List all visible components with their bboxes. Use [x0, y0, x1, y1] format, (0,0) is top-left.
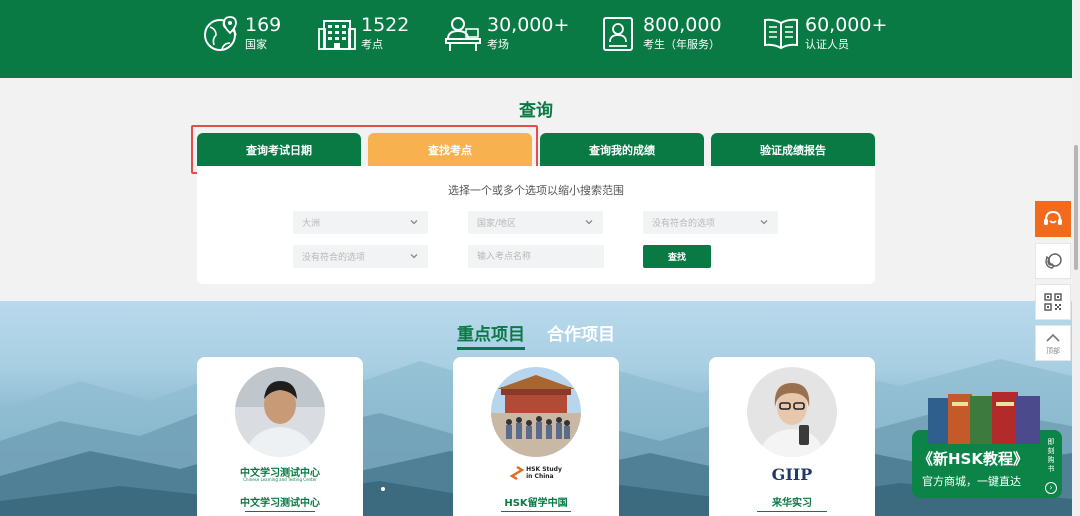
test-center-name-input[interactable] — [468, 245, 604, 268]
carousel-dot[interactable] — [381, 487, 385, 491]
exam-room-icon — [445, 16, 481, 51]
query-tabs: 查询考试日期 查找考点 查询我的成绩 验证成绩报告 — [197, 133, 875, 167]
stat-label: 国家 — [245, 38, 267, 51]
chevron-down-icon — [410, 220, 418, 225]
back-to-top-label: 顶部 — [1046, 347, 1060, 355]
select-value: 大洲 — [302, 219, 321, 229]
scrollbar[interactable] — [1072, 0, 1080, 516]
project-logo: GIIP — [771, 465, 813, 484]
tab-my-scores[interactable]: 查询我的成绩 — [540, 133, 704, 166]
phone-icon — [1045, 253, 1062, 269]
project-name: 中文学习测试中心 — [240, 498, 320, 509]
project-photo — [491, 367, 581, 457]
scrollbar-thumb[interactable] — [1074, 145, 1078, 270]
project-card[interactable]: 中文学习测试中心 Chinese Learning and Testing Ce… — [197, 357, 363, 516]
candidate-icon — [603, 16, 633, 51]
stat-certified: 60,000+ 认证人员 — [762, 14, 887, 53]
tab-find-test-center[interactable]: 查找考点 — [368, 133, 532, 166]
book-icon — [764, 18, 798, 49]
hsk-logo-icon — [510, 466, 525, 480]
stat-number: 1522 — [361, 14, 410, 36]
promo-title: 《新HSK教程》 — [918, 450, 1028, 468]
query-title: 查询 — [519, 101, 553, 121]
select-value: 国家/地区 — [477, 219, 517, 229]
project-name: HSK留学中国 — [504, 498, 568, 509]
search-hint: 选择一个或多个选项以缩小搜索范围 — [448, 184, 624, 197]
stat-number: 169 — [245, 14, 282, 36]
select-value: 没有符合的选项 — [652, 219, 716, 229]
stat-test-centers: 1522 考点 — [318, 14, 409, 53]
project-card[interactable]: HSK Study in China HSK留学中国 — [453, 357, 619, 516]
divider — [757, 511, 827, 512]
project-logo-subtitle: Chinese Learning and Testing Center — [243, 477, 317, 482]
qr-code-button[interactable] — [1035, 284, 1071, 320]
stat-countries: 169 国家 — [202, 14, 281, 53]
divider — [501, 511, 571, 512]
stat-candidates: 800,000 考生（年服务） — [600, 14, 722, 53]
chevron-down-icon — [410, 254, 418, 259]
logo-subtext: in China — [526, 473, 554, 480]
tab-verify-report[interactable]: 验证成绩报告 — [711, 133, 875, 166]
stat-number: 800,000 — [643, 14, 722, 36]
stat-number: 30,000+ — [487, 14, 570, 36]
stat-number: 60,000+ — [805, 14, 888, 36]
search-button[interactable]: 查找 — [643, 245, 711, 268]
chevron-down-icon — [760, 220, 768, 225]
promo-vertical-label: 即刻购书 — [1047, 438, 1055, 473]
divider — [245, 511, 315, 512]
tab-exam-dates[interactable]: 查询考试日期 — [197, 133, 361, 166]
building-icon — [318, 19, 356, 50]
project-tabs: 重点项目 合作项目 — [0, 320, 1072, 350]
stat-label: 考点 — [361, 38, 383, 51]
promo-subtitle: 官方商城，一键直达 — [922, 475, 1021, 488]
project-photo — [747, 367, 837, 457]
tab-partner-projects[interactable]: 合作项目 — [547, 320, 615, 350]
search-panel: 选择一个或多个选项以缩小搜索范围 大洲 国家/地区 没有符合的选项 没有符合的选… — [197, 166, 875, 284]
stat-label: 考生（年服务） — [643, 38, 720, 51]
arrow-up-icon — [1046, 333, 1060, 342]
stat-label: 考场 — [487, 38, 509, 51]
project-photo — [235, 367, 325, 457]
stat-exam-rooms: 30,000+ 考场 — [444, 14, 569, 53]
continent-select[interactable]: 大洲 — [293, 211, 428, 234]
customer-service-button[interactable] — [1035, 201, 1071, 237]
district-select[interactable]: 没有符合的选项 — [293, 245, 428, 268]
select-value: 没有符合的选项 — [302, 253, 366, 263]
back-to-top-button[interactable]: 顶部 — [1035, 325, 1071, 361]
chevron-right-icon: › — [1045, 482, 1057, 494]
city-select[interactable]: 没有符合的选项 — [643, 211, 778, 234]
country-select[interactable]: 国家/地区 — [468, 211, 603, 234]
logo-text: HSK Study — [526, 466, 562, 473]
phone-button[interactable] — [1035, 243, 1071, 279]
globe-icon — [204, 15, 237, 51]
project-card[interactable]: GIIP 来华实习 — [709, 357, 875, 516]
chat-icon — [1044, 210, 1062, 225]
chevron-down-icon — [585, 220, 593, 225]
stats-bar: 169 国家 1522 考点 30,000+ 考场 800,000 考生（年服务… — [0, 0, 1072, 78]
tab-key-projects[interactable]: 重点项目 — [457, 320, 525, 350]
stat-label: 认证人员 — [805, 38, 849, 51]
textbook-promo[interactable]: 《新HSK教程》 官方商城，一键直达 即刻购书 › — [912, 392, 1062, 498]
textbooks-image — [928, 392, 1040, 444]
project-logo: HSK Study in China — [453, 466, 619, 480]
qr-code-icon — [1044, 293, 1062, 311]
project-name: 来华实习 — [772, 498, 812, 509]
